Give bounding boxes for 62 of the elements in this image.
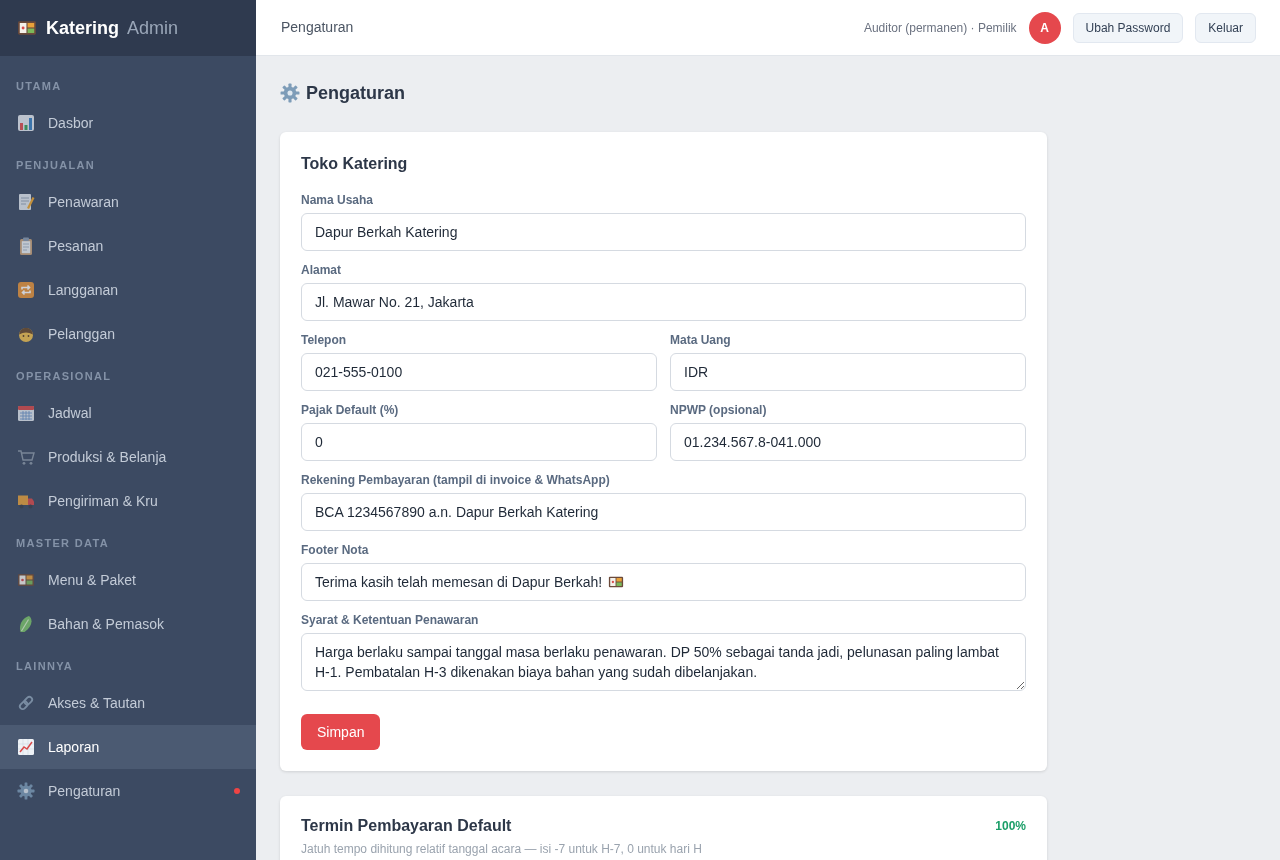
sidebar-item[interactable]: Pelanggan — [0, 312, 256, 356]
line-chart-icon — [17, 738, 35, 756]
input-field[interactable]: IDR — [670, 353, 1026, 391]
field-label: Syarat & Ketentuan Penawaran — [301, 612, 480, 628]
card-title: Termin Pembayaran Default — [301, 816, 512, 836]
section-label: OPERASIONAL — [15, 369, 113, 384]
brand-name: Katering — [46, 16, 119, 40]
card-description: Jatuh tempo dihitung relatif tanggal acara — isi -7 untuk H-7, 0 untuk hari H — [301, 841, 703, 857]
sidebar-item[interactable]: Langganan — [0, 268, 256, 312]
section-label: LAINNYA — [15, 659, 75, 674]
settings-icon — [17, 782, 35, 800]
total-percentage: 100% — [995, 818, 1026, 835]
field-label: Nama Usaha — [301, 192, 375, 208]
memo-icon — [17, 193, 35, 211]
field-label: Alamat — [301, 262, 342, 278]
input-field[interactable]: BCA 1234567890 a.n. Dapur Berkah Katering — [301, 493, 1026, 531]
text-area[interactable]: Harga berlaku sampai tanggal masa berlaku penawaran. DP 50% sebagai tanda jadi, pelunasan paling lambat H-1. Pembatalan H-3 dikenakan biaya bahan yang sudah dibelanjakan. — [301, 633, 1026, 691]
section-label: MASTER DATA — [15, 536, 110, 551]
sidebar-item[interactable]: Pengaturan — [0, 769, 256, 813]
page-title: Pengaturan — [306, 81, 406, 105]
repeat-icon — [17, 281, 35, 299]
avatar: A — [1028, 11, 1061, 44]
bento-box-icon — [17, 571, 35, 589]
input-field[interactable]: Terima kasih telah memesan di Dapur Berkah! — [301, 563, 1026, 601]
bar-chart-icon — [17, 114, 35, 132]
sidebar-item[interactable]: Produksi & Belanja — [0, 435, 256, 479]
input-field[interactable]: 021-555-0100 — [301, 353, 657, 391]
section-label: UTAMA — [15, 79, 63, 94]
field-label: NPWP (opsional) — [670, 402, 768, 418]
field-label: Telepon — [301, 332, 348, 348]
input-field[interactable]: Jl. Mawar No. 21, Jakarta — [301, 283, 1026, 321]
sidebar-item[interactable]: Menu & Paket — [0, 558, 256, 602]
settings-icon — [280, 83, 300, 103]
field-label: Mata Uang — [670, 332, 732, 348]
user-role: Auditor (permanen) · Pemilik — [863, 19, 1017, 37]
bento-box-icon — [17, 18, 37, 38]
header-button[interactable]: Ubah Password — [1072, 12, 1184, 43]
brand-suffix: Admin — [127, 16, 179, 40]
field-label: Pajak Default (%) — [301, 402, 400, 418]
calendar-icon — [17, 404, 35, 422]
input-field[interactable]: 0 — [301, 423, 657, 461]
sidebar-item[interactable]: Laporan — [0, 725, 256, 769]
card-title: Toko Katering — [301, 154, 409, 174]
field-label: Footer Nota — [301, 542, 370, 558]
header-title: Pengaturan — [281, 18, 354, 37]
link-icon — [17, 694, 35, 712]
input-field[interactable]: Dapur Berkah Katering — [301, 213, 1026, 251]
sidebar-item[interactable]: Bahan & Pemasok — [0, 602, 256, 646]
sidebar-item[interactable]: Pengiriman & Kru — [0, 479, 256, 523]
sidebar-item[interactable]: Penawaran — [0, 180, 256, 224]
header-button[interactable]: Keluar — [1195, 12, 1256, 43]
cart-icon — [17, 448, 35, 466]
sidebar-item[interactable]: Dasbor — [0, 101, 256, 145]
section-label: PENJUALAN — [15, 158, 97, 173]
sidebar-item[interactable]: Pesanan — [0, 224, 256, 268]
save-button[interactable]: Simpan — [301, 714, 381, 750]
field-label: Rekening Pembayaran (tampil di invoice & WhatsApp) — [301, 472, 611, 488]
face-icon — [17, 325, 35, 343]
sidebar-item[interactable]: Jadwal — [0, 391, 256, 435]
clipboard-icon — [17, 237, 35, 255]
input-field[interactable]: 01.234.567.8-041.000 — [670, 423, 1026, 461]
sidebar-item[interactable]: Akses & Tautan — [0, 681, 256, 725]
